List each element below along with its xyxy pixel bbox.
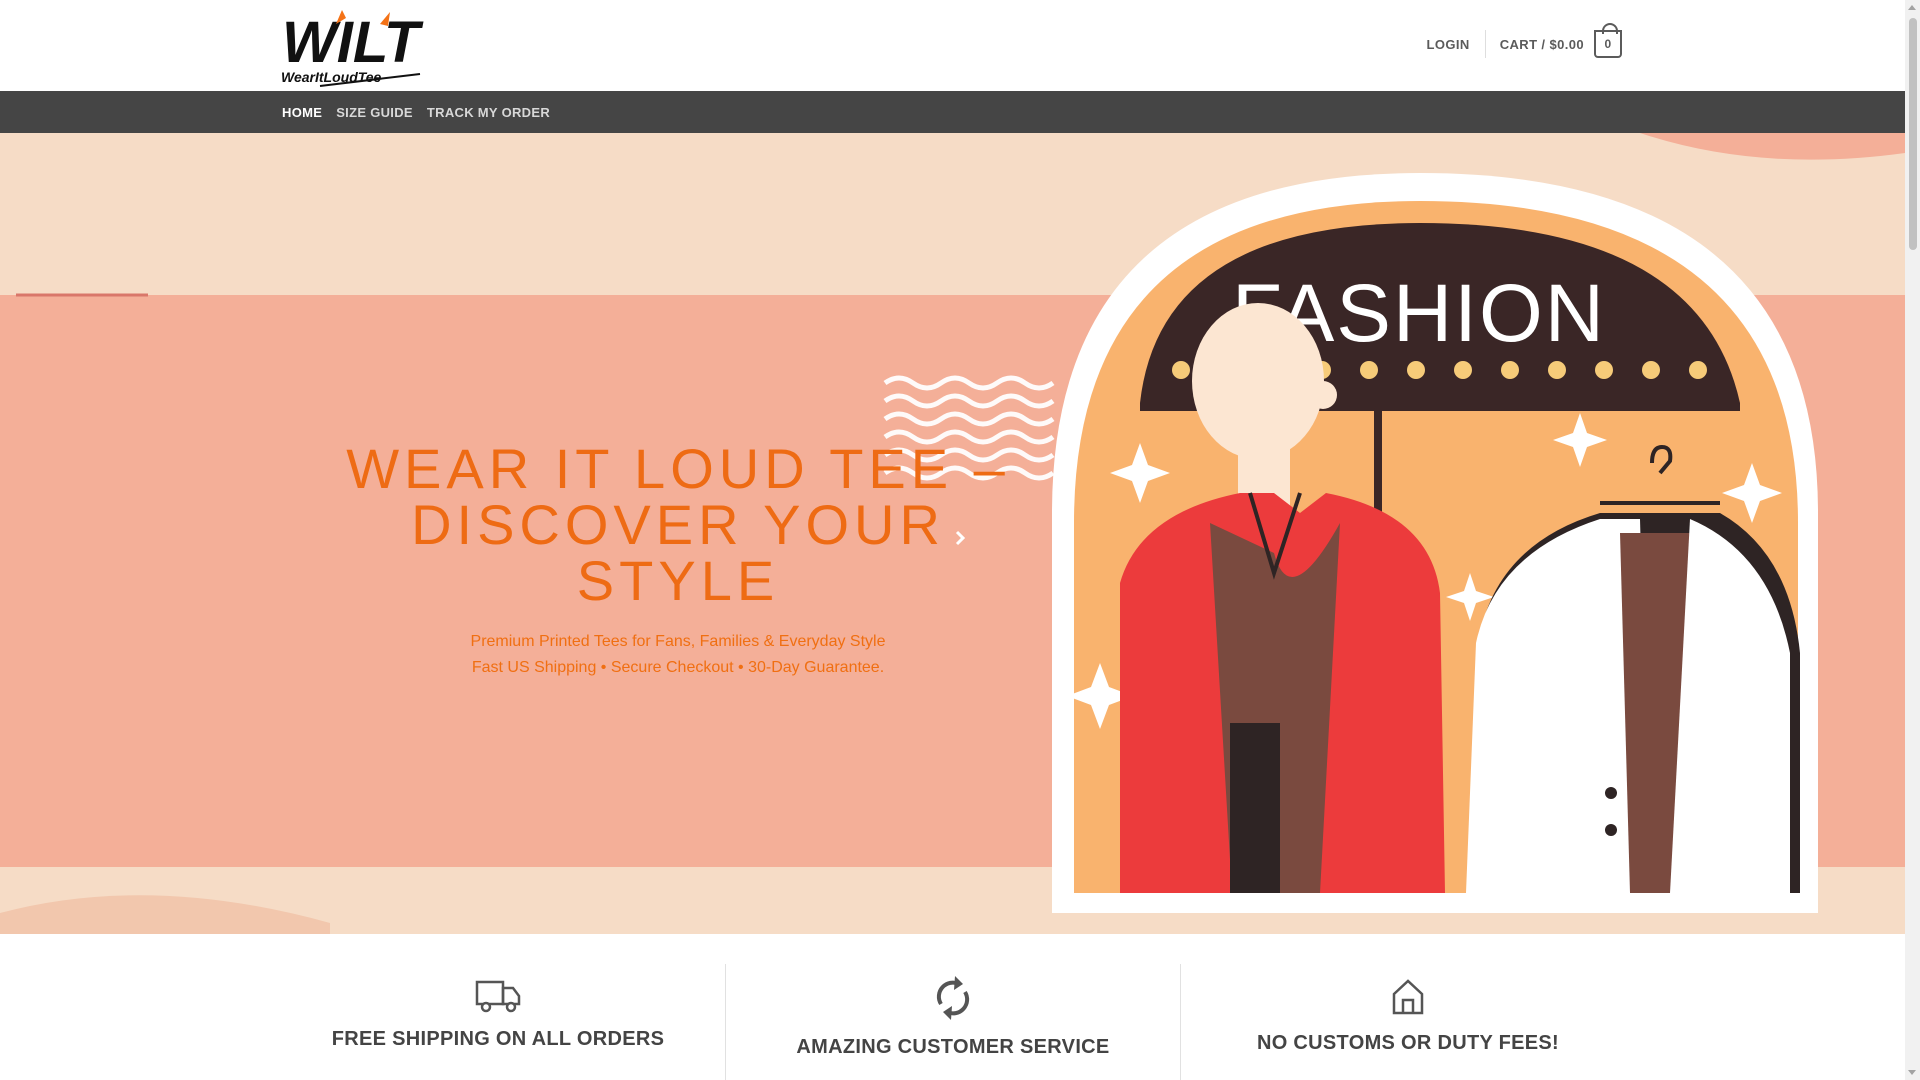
header-divider xyxy=(1484,30,1486,58)
site-header: WILT WearItLoudTee LOGIN CART / $0.00 0 xyxy=(0,0,1905,91)
feature-title: FREE SHIPPING ON ALL ORDERS xyxy=(331,1028,665,1050)
hero-title-line1: WEAR IT LOUD TEE – xyxy=(346,437,1010,500)
logo-tagline: WearItLoudTee xyxy=(281,69,382,85)
features-row: FREE SHIPPING ON ALL ORDERS AMAZING CUST… xyxy=(0,934,1905,1080)
logo-wordmark: WILT xyxy=(282,10,424,75)
truck-icon xyxy=(475,980,521,1013)
nav-item-track-order[interactable]: TRACK MY ORDER xyxy=(427,105,550,120)
feature-free-shipping: FREE SHIPPING ON ALL ORDERS xyxy=(271,964,725,1051)
header-actions: LOGIN CART / $0.00 0 xyxy=(1427,23,1622,59)
feature-title: AMAZING CUSTOMER SERVICE xyxy=(796,1036,1110,1058)
hero-title: WEAR IT LOUD TEE – DISCOVER YOUR STYLE xyxy=(300,441,1056,609)
nav-item-home[interactable]: HOME xyxy=(282,105,322,120)
hero-text-block: WEAR IT LOUD TEE – DISCOVER YOUR STYLE P… xyxy=(300,441,1056,681)
site-logo[interactable]: WILT WearItLoudTee xyxy=(280,4,432,88)
cart-total: CART / $0.00 xyxy=(1499,36,1584,52)
hero-subtitle: Premium Printed Tees for Fans, Families … xyxy=(300,629,1056,681)
main-nav: HOME SIZE GUIDE TRACK MY ORDER xyxy=(0,91,1905,133)
page-scrollbar[interactable] xyxy=(1905,0,1920,1080)
cart-bag-icon: 0 xyxy=(1594,23,1622,58)
feature-no-customs: NO CUSTOMS OR DUTY FEES! xyxy=(1181,964,1635,1055)
hero-title-line2: DISCOVER YOUR STYLE xyxy=(411,493,945,612)
login-link[interactable]: LOGIN xyxy=(1427,37,1485,52)
scroll-down-arrow-icon[interactable] xyxy=(1908,1070,1916,1075)
hero-subtitle-line2: Fast US Shipping • Secure Checkout • 30-… xyxy=(471,659,885,676)
nav-item-size-guide[interactable]: SIZE GUIDE xyxy=(336,105,413,120)
wilt-logo-graphic: WILT WearItLoudTee xyxy=(281,10,424,87)
slider-next-icon[interactable] xyxy=(955,530,965,546)
home-icon xyxy=(1392,979,1424,1015)
cart-count: 0 xyxy=(1604,37,1612,51)
feature-title: NO CUSTOMS OR DUTY FEES! xyxy=(1256,1032,1560,1054)
scroll-up-arrow-icon[interactable] xyxy=(1908,5,1916,10)
hero-banner: FASHION WEAR IT LOUD TEE – DISCOVER YOUR… xyxy=(0,133,1905,934)
scroll-thumb[interactable] xyxy=(1909,18,1917,250)
feature-customer-service: AMAZING CUSTOMER SERVICE xyxy=(726,964,1180,1059)
hero-subtitle-line1: Premium Printed Tees for Fans, Families … xyxy=(470,633,886,650)
cart-link[interactable]: CART / $0.00 0 xyxy=(1499,23,1622,58)
refresh-icon xyxy=(936,976,970,1020)
